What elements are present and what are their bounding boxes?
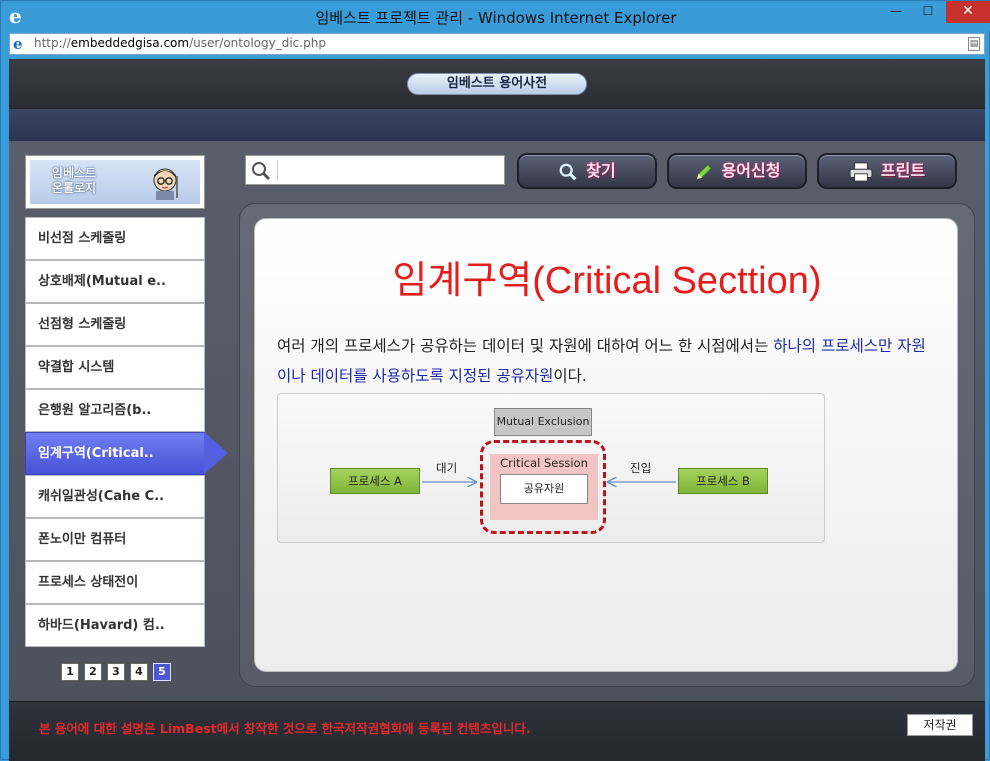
page-button-1[interactable]: 1 — [61, 663, 79, 681]
find-button-label: 찾기 — [586, 161, 616, 180]
pencil-icon — [695, 163, 712, 180]
search-icon — [252, 162, 271, 181]
page-button-4[interactable]: 4 — [130, 663, 148, 681]
compatibility-view-icon[interactable]: ▤ — [968, 37, 980, 51]
term-list-item[interactable]: 상호배제(Mutual e.. — [25, 260, 205, 303]
logo[interactable]: 임베스트 온톨로지 — [25, 155, 205, 209]
minimize-button[interactable]: — — [881, 1, 911, 23]
main-area: 임베스트 온톨로지 비선점 스케줄링 상호배제(Mutual e.. 선점형 스… — [9, 141, 985, 701]
print-button[interactable]: 프린트 — [817, 153, 957, 189]
process-a-box: 프로세스 A — [330, 468, 420, 494]
term-list-item[interactable]: 폰노이만 컴퓨터 — [25, 518, 205, 561]
printer-icon — [849, 161, 873, 182]
definition-panel-frame: 임계구역(Critical Secttion) 여러 개의 프로세스가 공유하는… — [239, 203, 975, 687]
header-bar: 임베스트 용어사전 — [9, 59, 985, 109]
term-list-item[interactable]: 선점형 스케줄링 — [25, 303, 205, 346]
print-button-label: 프린트 — [880, 161, 926, 180]
page-button-3[interactable]: 3 — [107, 663, 125, 681]
url-text[interactable]: http://embeddedgisa.com/user/ontology_di… — [34, 36, 326, 50]
term-list-item[interactable]: 은행원 알고리즘(b.. — [25, 389, 205, 432]
page-content: 임베스트 용어사전 임베스트 온톨로지 비선점 스케줄링 상호배제(Mutual… — [9, 59, 985, 761]
term-list-item[interactable]: 하바드(Havard) 컴.. — [25, 604, 205, 647]
term-title: 임계구역(Critical Secttion) — [392, 260, 822, 302]
definition-panel: 임계구역(Critical Secttion) 여러 개의 프로세스가 공유하는… — [254, 218, 958, 672]
logo-banner: 임베스트 온톨로지 — [30, 160, 200, 204]
wait-label: 대기 — [436, 461, 458, 475]
process-b-box: 프로세스 B — [678, 468, 768, 494]
copyright-button[interactable]: 저작권 — [907, 714, 973, 736]
critical-session-label: Critical Session — [500, 456, 588, 470]
enter-label: 진입 — [630, 461, 652, 475]
window-title: 임베스트 프로젝트 관리 - Windows Internet Explorer — [315, 9, 677, 27]
title-bar: e 임베스트 프로젝트 관리 - Windows Internet Explor… — [1, 1, 990, 31]
find-button[interactable]: 찾기 — [517, 153, 657, 189]
search-box — [245, 155, 505, 185]
footer: 본 용어에 대한 설명은 LimBest에서 창작한 것으로 한국저작권협회에 … — [9, 701, 985, 761]
maximize-button[interactable]: ☐ — [913, 1, 943, 23]
page-button-2[interactable]: 2 — [84, 663, 102, 681]
ie-page-icon: e — [13, 35, 23, 53]
shared-resource-box: 공유자원 — [500, 474, 588, 504]
term-description: 여러 개의 프로세스가 공유하는 데이터 및 자원에 대하여 어느 한 시점에서… — [277, 337, 926, 385]
close-button[interactable]: ✕ — [946, 1, 990, 23]
term-list: 비선점 스케줄링 상호배제(Mutual e.. 선점형 스케줄링 약결합 시스… — [25, 217, 228, 649]
mutual-exclusion-box: Mutual Exclusion — [494, 408, 592, 436]
term-request-button-label: 용어신청 — [721, 161, 781, 180]
term-list-item[interactable]: 프로세스 상태전이 — [25, 561, 205, 604]
logo-text: 임베스트 온톨로지 — [51, 166, 97, 195]
magnifier-icon — [559, 163, 577, 180]
term-request-button[interactable]: 용어신청 — [667, 153, 807, 189]
term-list-item[interactable]: 약결합 시스템 — [25, 346, 205, 389]
term-list-item[interactable]: 비선점 스케줄링 — [25, 217, 205, 260]
critical-section-diagram: Mutual Exclusion Critical Session 공유자원 프… — [277, 393, 825, 543]
sub-header-bar — [9, 109, 985, 141]
term-list-item-active[interactable]: 임계구역(Critical.. — [25, 432, 228, 475]
term-list-item[interactable]: 캐쉬일관성(Cahe C.. — [25, 475, 205, 518]
page-title: 임베스트 용어사전 — [407, 73, 587, 95]
address-bar[interactable]: e http://embeddedgisa.com/user/ontology_… — [9, 33, 985, 55]
page-button-5[interactable]: 5 — [153, 663, 171, 681]
browser-window: e 임베스트 프로젝트 관리 - Windows Internet Explor… — [0, 0, 990, 761]
teacher-avatar-icon — [153, 168, 178, 200]
copyright-notice: 본 용어에 대한 설명은 LimBest에서 창작한 것으로 한국저작권협회에 … — [39, 721, 531, 736]
search-divider — [277, 160, 278, 180]
search-input[interactable] — [282, 159, 498, 181]
